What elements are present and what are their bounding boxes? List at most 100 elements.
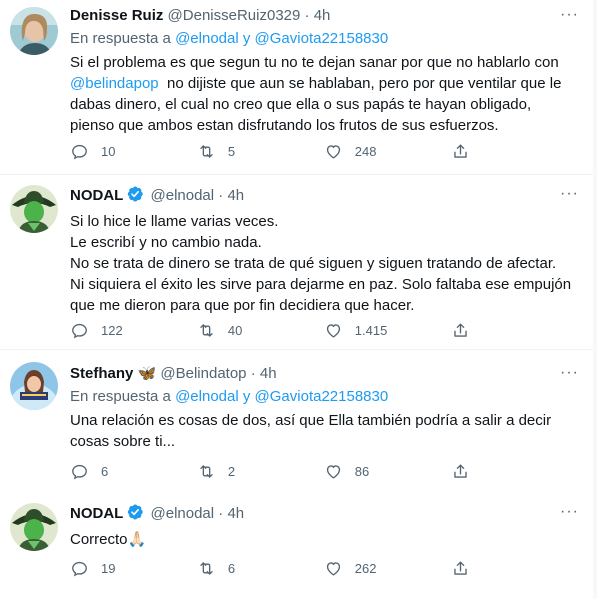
author-handle[interactable]: @DenisseRuiz0329 [168, 7, 301, 24]
like-button[interactable]: 86 [324, 462, 451, 481]
dot-separator: · [218, 505, 224, 522]
more-options-icon[interactable]: ··· [560, 364, 579, 382]
tweet-text: Si lo hice le llame varias veces. Le esc… [70, 213, 572, 314]
author-handle[interactable]: @elnodal [151, 187, 215, 204]
reply-button[interactable]: 122 [70, 321, 197, 340]
butterfly-emoji-icon: 🦋 [137, 365, 157, 382]
tweet-header: Denisse Ruiz @DenisseRuiz0329 · 4h ··· [70, 6, 579, 26]
share-icon [453, 144, 467, 158]
more-options-icon[interactable]: ··· [560, 185, 579, 203]
share-icon [453, 323, 467, 337]
reply-mention[interactable]: @Gaviota22158830 [255, 30, 389, 47]
heart-icon [326, 145, 340, 159]
tweet-feed: Denisse Ruiz @DenisseRuiz0329 · 4h ··· E… [0, 0, 597, 599]
replying-to: En respuesta a @elnodal y @Gaviota221588… [70, 387, 579, 407]
heart-icon [326, 465, 340, 479]
like-count: 1.415 [354, 323, 388, 338]
tweet-nodal-2[interactable]: NODAL @elnodal · 4h ··· Correcto🙏🏻 19 6 … [0, 491, 593, 599]
reply-button[interactable]: 6 [70, 462, 197, 481]
verified-badge-icon [126, 185, 144, 209]
retweet-count: 5 [227, 144, 236, 159]
retweet-button[interactable]: 5 [197, 142, 324, 161]
author-handle[interactable]: @elnodal [151, 505, 215, 522]
author-name[interactable]: NODAL [70, 505, 123, 522]
dot-separator: · [250, 365, 256, 382]
tweet-text-part: Si el problema es que segun tu no te dej… [70, 54, 559, 71]
retweet-icon [200, 465, 213, 478]
retweet-count: 40 [227, 323, 243, 338]
reply-icon [72, 561, 87, 577]
reply-and: y [238, 388, 255, 405]
more-options-icon[interactable]: ··· [560, 6, 579, 24]
tweet-text: Si el problema es que segun tu no te dej… [70, 52, 579, 136]
author-handle[interactable]: @Belindatop [160, 365, 246, 382]
retweet-button[interactable]: 2 [197, 462, 324, 481]
replying-to: En respuesta a @elnodal y @Gaviota221588… [70, 29, 579, 49]
share-button[interactable] [451, 321, 490, 340]
tweet-actions: 19 6 262 [70, 559, 490, 578]
retweet-button[interactable]: 40 [197, 321, 324, 340]
share-icon [453, 561, 467, 575]
heart-icon [326, 562, 340, 576]
like-button[interactable]: 248 [324, 142, 451, 161]
reply-count: 10 [101, 144, 116, 159]
avatar-nodal[interactable] [10, 185, 58, 233]
reply-prefix: En respuesta a [70, 388, 176, 405]
share-button[interactable] [451, 462, 490, 481]
retweet-icon [200, 324, 213, 337]
tweet-text: Correcto🙏🏻 [70, 529, 579, 550]
like-count: 248 [354, 144, 377, 159]
reply-icon [72, 464, 87, 480]
tweet-text-part: Correcto [70, 531, 128, 548]
timestamp[interactable]: 4h [314, 7, 331, 24]
tweet-header: NODAL @elnodal · 4h ··· [70, 503, 579, 523]
tweet-actions: 10 5 248 [70, 142, 490, 161]
reply-icon [72, 323, 87, 339]
retweet-icon [200, 562, 213, 575]
praying-hands-emoji-icon: 🙏🏻 [127, 531, 147, 548]
avatar-denisse[interactable] [10, 7, 58, 55]
share-button[interactable] [451, 142, 490, 161]
retweet-icon [200, 145, 213, 158]
tweet-nodal-1[interactable]: NODAL @elnodal · 4h ··· Si lo hice le ll… [0, 175, 593, 350]
dot-separator: · [218, 187, 224, 204]
reply-button[interactable]: 10 [70, 142, 197, 161]
tweet-actions: 6 2 86 [70, 462, 490, 481]
tweet-header: Stefhany 🦋 @Belindatop · 4h ··· [70, 364, 579, 384]
share-icon [453, 464, 467, 478]
avatar-stefhany[interactable] [10, 362, 58, 410]
reply-mention[interactable]: @elnodal [175, 388, 239, 405]
like-button[interactable]: 262 [324, 559, 451, 578]
reply-count: 19 [101, 561, 116, 576]
tweet-actions: 122 40 1.415 [70, 321, 490, 340]
reply-count: 122 [101, 323, 123, 338]
like-button[interactable]: 1.415 [324, 321, 451, 340]
reply-mention[interactable]: @Gaviota22158830 [255, 388, 389, 405]
tweet-stefhany[interactable]: Stefhany 🦋 @Belindatop · 4h ··· En respu… [0, 350, 593, 491]
retweet-count: 6 [227, 561, 236, 576]
reply-and: y [238, 30, 255, 47]
dot-separator: · [304, 7, 310, 24]
share-button[interactable] [451, 559, 490, 578]
author-name[interactable]: Denisse Ruiz [70, 7, 163, 24]
author-name[interactable]: Stefhany [70, 365, 133, 382]
avatar-nodal[interactable] [10, 503, 58, 551]
timestamp[interactable]: 4h [227, 187, 244, 204]
reply-prefix: En respuesta a [70, 30, 176, 47]
timestamp[interactable]: 4h [260, 365, 277, 382]
heart-icon [326, 324, 340, 338]
retweet-count: 2 [227, 464, 236, 479]
reply-count: 6 [101, 464, 109, 479]
like-count: 262 [354, 561, 377, 576]
tweet-text: Una relación es cosas de dos, así que El… [70, 412, 556, 450]
reply-button[interactable]: 19 [70, 559, 197, 578]
author-name[interactable]: NODAL [70, 187, 123, 204]
tweet-denisse[interactable]: Denisse Ruiz @DenisseRuiz0329 · 4h ··· E… [0, 0, 593, 175]
more-options-icon[interactable]: ··· [560, 503, 579, 521]
retweet-button[interactable]: 6 [197, 559, 324, 578]
like-count: 86 [354, 464, 370, 479]
timestamp[interactable]: 4h [227, 505, 244, 522]
tweet-mention[interactable]: @belindapop [70, 75, 159, 92]
reply-mention[interactable]: @elnodal [175, 30, 239, 47]
scrollbar[interactable] [593, 0, 597, 599]
